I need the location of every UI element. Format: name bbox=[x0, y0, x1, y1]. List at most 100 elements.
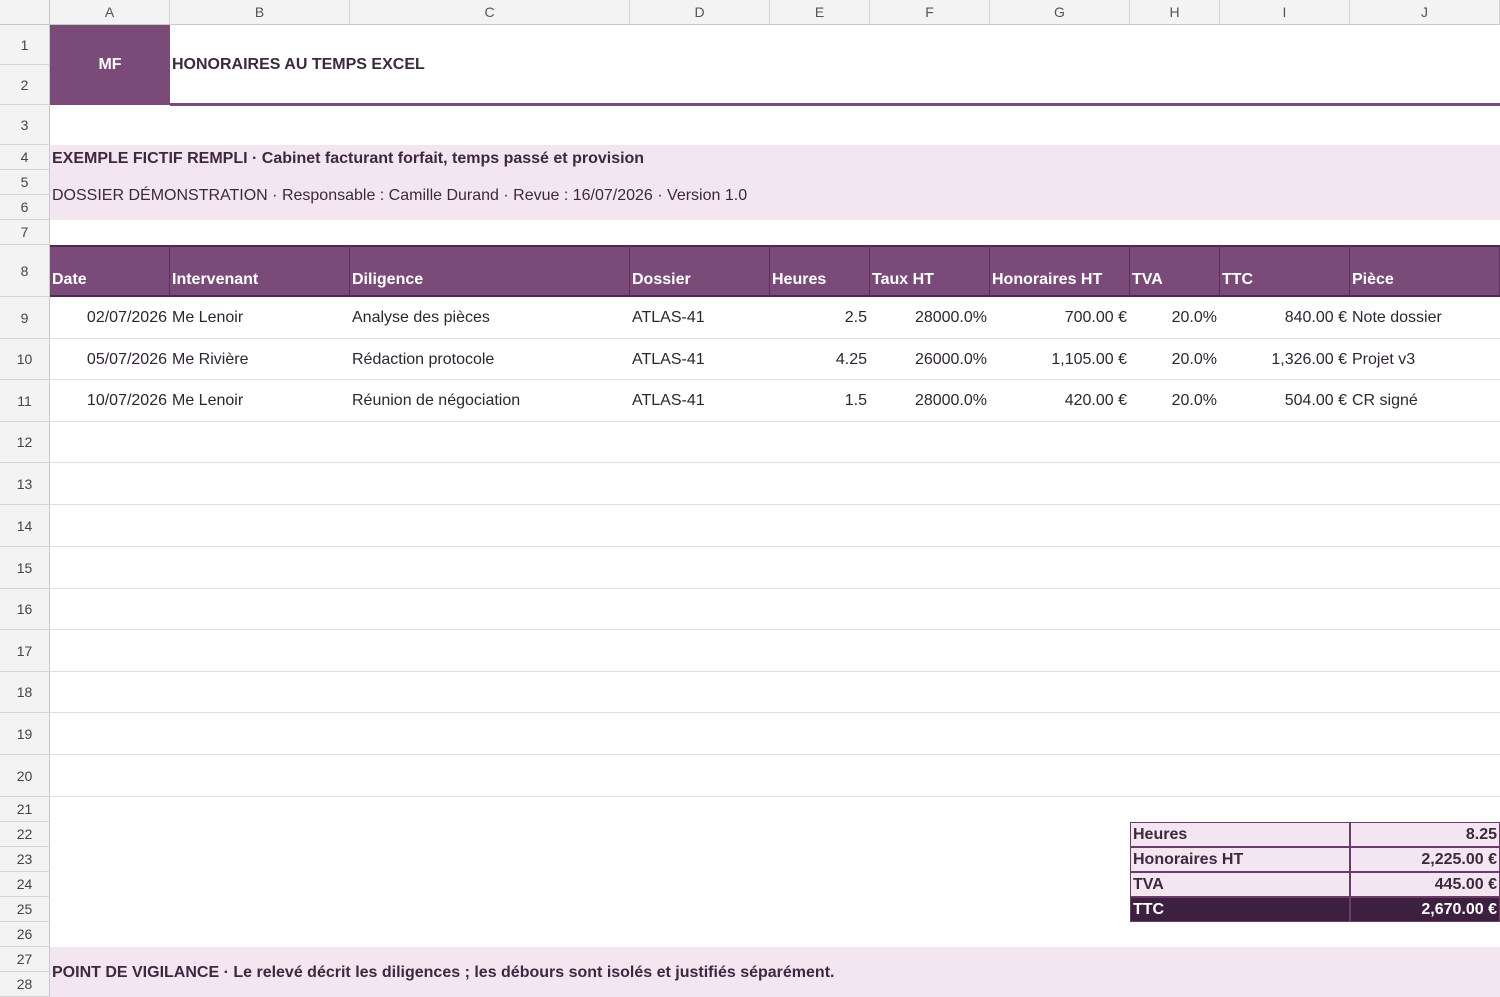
row-header-23[interactable]: 23 bbox=[0, 847, 50, 872]
table-cell[interactable]: 28000.0% bbox=[870, 297, 990, 339]
row-header-7[interactable]: 7 bbox=[0, 220, 50, 245]
column-header-d[interactable]: D bbox=[630, 0, 770, 25]
row-header-16[interactable]: 16 bbox=[0, 589, 50, 630]
table-cell[interactable]: 840.00 € bbox=[1220, 297, 1350, 339]
table-cell[interactable]: ATLAS-41 bbox=[630, 380, 770, 422]
row-header-3[interactable]: 3 bbox=[0, 105, 50, 145]
table-cell[interactable]: 4.25 bbox=[770, 339, 870, 380]
row-header-5[interactable]: 5 bbox=[0, 170, 50, 195]
table-cell[interactable]: CR signé bbox=[1350, 380, 1500, 422]
select-all-corner[interactable] bbox=[0, 0, 50, 25]
table-header-cell: Intervenant bbox=[170, 245, 350, 297]
summary-value: 8.25 bbox=[1350, 822, 1500, 847]
row-header-27[interactable]: 27 bbox=[0, 947, 50, 972]
table-cell[interactable]: Me Lenoir bbox=[170, 297, 350, 339]
row-header-13[interactable]: 13 bbox=[0, 463, 50, 505]
row-header-9[interactable]: 9 bbox=[0, 297, 50, 339]
table-cell[interactable]: 420.00 € bbox=[990, 380, 1130, 422]
table-header-cell: Honoraires HT bbox=[990, 245, 1130, 297]
row-header-1[interactable]: 1 bbox=[0, 25, 50, 65]
table-cell[interactable]: ATLAS-41 bbox=[630, 339, 770, 380]
page-title: HONORAIRES AU TEMPS EXCEL bbox=[172, 56, 425, 73]
table-cell[interactable]: 20.0% bbox=[1130, 339, 1220, 380]
table-header-cell: Dossier bbox=[630, 245, 770, 297]
table-cell[interactable]: Rédaction protocole bbox=[350, 339, 630, 380]
summary-value: 445.00 € bbox=[1350, 872, 1500, 897]
row-header-2[interactable]: 2 bbox=[0, 65, 50, 105]
table-cell[interactable]: 26000.0% bbox=[870, 339, 990, 380]
table-cell[interactable]: Me Lenoir bbox=[170, 380, 350, 422]
column-header-g[interactable]: G bbox=[990, 0, 1130, 25]
row-header-8[interactable]: 8 bbox=[0, 245, 50, 297]
table-header-cell: TVA bbox=[1130, 245, 1220, 297]
table-header-cell: Taux HT bbox=[870, 245, 990, 297]
table-cell[interactable]: 1.5 bbox=[770, 380, 870, 422]
table-cell[interactable]: Analyse des pièces bbox=[350, 297, 630, 339]
table-cell[interactable]: 1,326.00 € bbox=[1220, 339, 1350, 380]
title-underline bbox=[170, 103, 1500, 106]
table-cell[interactable]: 2.5 bbox=[770, 297, 870, 339]
summary-value: 2,670.00 € bbox=[1350, 897, 1500, 922]
column-header-c[interactable]: C bbox=[350, 0, 630, 25]
row-header-19[interactable]: 19 bbox=[0, 713, 50, 755]
table-cell[interactable]: Me Rivière bbox=[170, 339, 350, 380]
table-header-cell: Pièce bbox=[1350, 245, 1500, 297]
table-cell[interactable]: 504.00 € bbox=[1220, 380, 1350, 422]
gridline bbox=[50, 796, 1500, 797]
gridline bbox=[50, 546, 1500, 547]
row-header-12[interactable]: 12 bbox=[0, 422, 50, 463]
row-header-20[interactable]: 20 bbox=[0, 755, 50, 797]
table-cell[interactable]: 20.0% bbox=[1130, 380, 1220, 422]
gridline bbox=[50, 712, 1500, 713]
gridline bbox=[50, 629, 1500, 630]
table-cell[interactable]: 1,105.00 € bbox=[990, 339, 1130, 380]
row-header-11[interactable]: 11 bbox=[0, 380, 50, 422]
row-header-25[interactable]: 25 bbox=[0, 897, 50, 922]
column-header-b[interactable]: B bbox=[170, 0, 350, 25]
row-header-14[interactable]: 14 bbox=[0, 505, 50, 547]
gridline bbox=[50, 754, 1500, 755]
table-cell[interactable]: 10/07/2026 bbox=[50, 380, 170, 422]
column-header-i[interactable]: I bbox=[1220, 0, 1350, 25]
row-header-15[interactable]: 15 bbox=[0, 547, 50, 589]
table-cell[interactable]: Réunion de négociation bbox=[350, 380, 630, 422]
document-info: DOSSIER DÉMONSTRATION · Responsable : Ca… bbox=[52, 187, 748, 204]
table-row: 10/07/2026 Me Lenoir Réunion de négociatio… bbox=[50, 380, 1500, 422]
row-header-4[interactable]: 4 bbox=[0, 145, 50, 170]
column-header-h[interactable]: H bbox=[1130, 0, 1220, 25]
row-header-28[interactable]: 28 bbox=[0, 972, 50, 997]
column-header-f[interactable]: F bbox=[870, 0, 990, 25]
table-cell[interactable]: Note dossier bbox=[1350, 297, 1500, 339]
table-cell[interactable]: Projet v3 bbox=[1350, 339, 1500, 380]
gridline bbox=[50, 671, 1500, 672]
summary-label: Honoraires HT bbox=[1130, 847, 1350, 872]
table-row: 05/07/2026 Me Rivière Rédaction protocole A… bbox=[50, 339, 1500, 380]
row-header-6[interactable]: 6 bbox=[0, 195, 50, 220]
row-header-10[interactable]: 10 bbox=[0, 339, 50, 380]
row-header-22[interactable]: 22 bbox=[0, 822, 50, 847]
column-header-j[interactable]: J bbox=[1350, 0, 1500, 25]
gridline bbox=[50, 504, 1500, 505]
logo-text: MF bbox=[98, 56, 122, 73]
table-cell[interactable]: ATLAS-41 bbox=[630, 297, 770, 339]
table-header-cell: TTC bbox=[1220, 245, 1350, 297]
column-header-e[interactable]: E bbox=[770, 0, 870, 25]
gridline bbox=[50, 379, 1500, 380]
gridline bbox=[50, 421, 1500, 422]
table-header-cell: Diligence bbox=[350, 245, 630, 297]
table-cell[interactable]: 05/07/2026 bbox=[50, 339, 170, 380]
table-cell[interactable]: 20.0% bbox=[1130, 297, 1220, 339]
gridline bbox=[50, 338, 1500, 339]
column-header-a[interactable]: A bbox=[50, 0, 170, 25]
row-header-17[interactable]: 17 bbox=[0, 630, 50, 672]
table-cell[interactable]: 02/07/2026 bbox=[50, 297, 170, 339]
table-header-cell: Heures bbox=[770, 245, 870, 297]
gridline bbox=[50, 588, 1500, 589]
row-header-18[interactable]: 18 bbox=[0, 672, 50, 713]
summary-value: 2,225.00 € bbox=[1350, 847, 1500, 872]
row-header-21[interactable]: 21 bbox=[0, 797, 50, 822]
table-cell[interactable]: 28000.0% bbox=[870, 380, 990, 422]
row-header-24[interactable]: 24 bbox=[0, 872, 50, 897]
row-header-26[interactable]: 26 bbox=[0, 922, 50, 947]
table-cell[interactable]: 700.00 € bbox=[990, 297, 1130, 339]
